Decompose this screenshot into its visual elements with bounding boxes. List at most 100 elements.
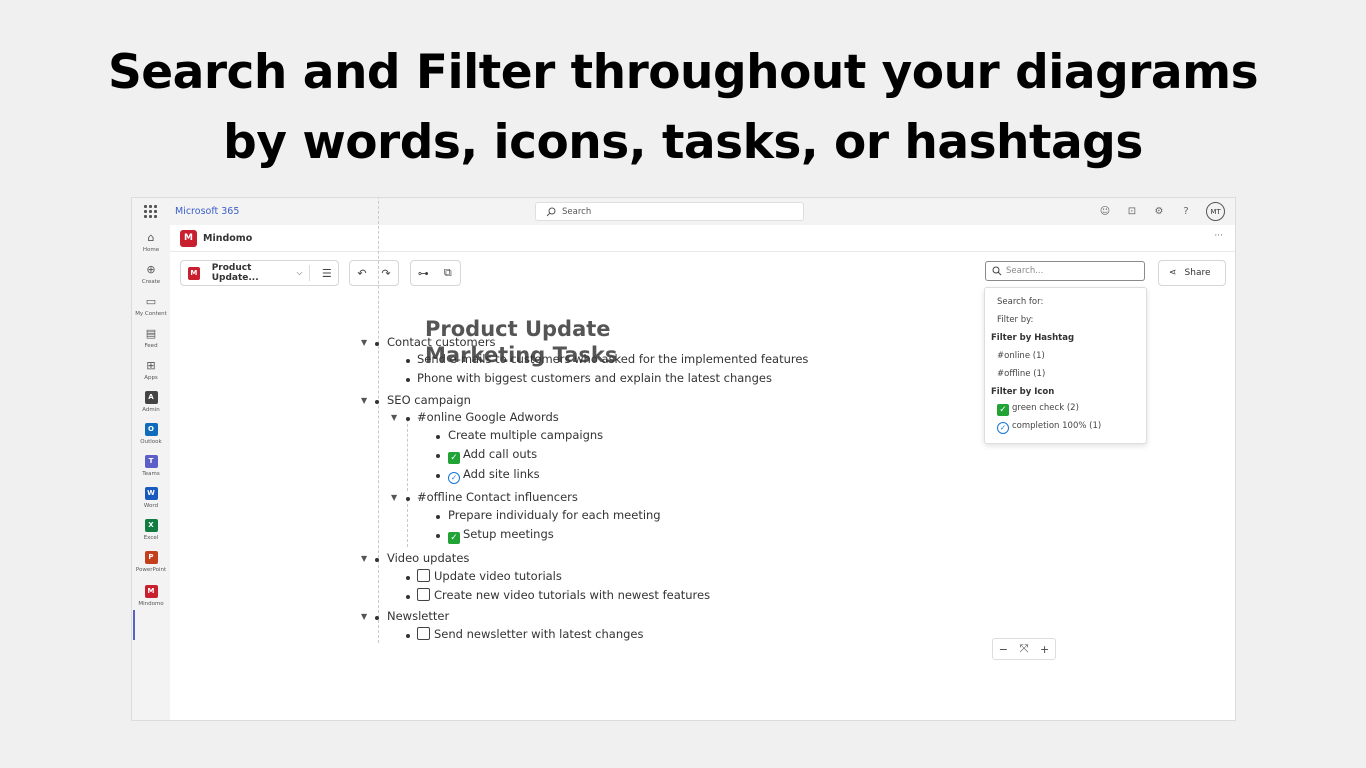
outlook-icon: O <box>144 423 158 436</box>
chevron-down-icon[interactable]: ⌵ <box>297 268 303 278</box>
toolbar-divider <box>308 265 310 281</box>
topic-bullet <box>436 534 440 538</box>
filter-hashtag-offline[interactable]: #offline (1) <box>997 369 1045 379</box>
share-icon: ⋖ <box>1169 268 1177 278</box>
powerpoint-icon: P <box>144 551 158 564</box>
rail-item-mindomo[interactable]: M Mindomo <box>132 585 170 607</box>
rail-item-apps[interactable]: ⊞ Apps <box>132 359 170 381</box>
map-search-input[interactable]: Search... <box>985 261 1145 281</box>
rail-item-excel[interactable]: X Excel <box>132 519 170 541</box>
rail-item-word[interactable]: W Word <box>132 487 170 509</box>
rail-label-my-content: My Content <box>135 311 167 317</box>
task-send-newsletter[interactable]: Send newsletter with latest changes <box>417 627 643 641</box>
headline-line-1: Search and Filter throughout your diagra… <box>107 45 1259 100</box>
topic-bullet <box>406 359 410 363</box>
topic-bullet <box>406 378 410 382</box>
topic-send-emails[interactable]: Send e-mails to customers who asked for … <box>417 352 808 366</box>
zoom-out-button[interactable]: − <box>999 643 1008 656</box>
top-bar-icons: ☺ ⊡ ⚙ ? MT <box>1098 202 1225 221</box>
app-launcher-icon[interactable] <box>144 205 157 218</box>
rail-item-powerpoint[interactable]: P PowerPoint <box>132 551 170 573</box>
collapse-arrow-icon[interactable]: ▼ <box>361 612 367 621</box>
rail-label-create: Create <box>141 279 161 285</box>
collapse-arrow-icon[interactable]: ▼ <box>361 554 367 563</box>
topic-add-site-links[interactable]: ✓ Add site links <box>448 467 540 484</box>
m365-title[interactable]: Microsoft 365 <box>175 206 239 217</box>
collapse-arrow-icon[interactable]: ▼ <box>391 413 397 422</box>
filter-icon-completion[interactable]: ✓ completion 100% (1) <box>997 421 1101 434</box>
topic-phone-customers[interactable]: Phone with biggest customers and explain… <box>417 371 772 385</box>
topic-setup-meetings-label: Setup meetings <box>463 527 554 541</box>
whats-new-icon[interactable]: ⊡ <box>1125 206 1139 217</box>
topic-bullet <box>406 417 410 421</box>
menu-icon[interactable]: ☰ <box>316 267 339 280</box>
rail-label-powerpoint: PowerPoint <box>135 567 167 573</box>
rail-item-outlook[interactable]: O Outlook <box>132 423 170 445</box>
more-options-icon[interactable]: ··· <box>1214 231 1223 241</box>
app-name: Mindomo <box>203 233 253 244</box>
filter-by-option[interactable]: Filter by: <box>997 315 1033 325</box>
completion-icon: ✓ <box>997 422 1009 434</box>
task-create-video-tutorials-label: Create new video tutorials with newest f… <box>434 588 711 602</box>
add-subtopic-icon[interactable]: ⧉ <box>436 266 461 280</box>
task-checkbox[interactable] <box>417 627 430 640</box>
avatar[interactable]: MT <box>1206 202 1225 221</box>
map-canvas[interactable]: M Product Update... ⌵ ☰ ↶ ↷ ⊶ ⧉ Search..… <box>170 198 1235 720</box>
m365-search-placeholder: Search <box>562 207 592 217</box>
collapse-arrow-icon[interactable]: ▼ <box>361 396 367 405</box>
topic-bullet <box>436 515 440 519</box>
rail-item-create[interactable]: ⊕ Create <box>132 263 170 285</box>
search-icon <box>992 266 1002 276</box>
rail-item-teams[interactable]: T Teams <box>132 455 170 477</box>
admin-icon: A <box>144 391 158 404</box>
zoom-in-button[interactable]: + <box>1040 643 1049 656</box>
search-for-option[interactable]: Search for: <box>997 297 1043 307</box>
completion-icon: ✓ <box>448 472 460 484</box>
share-button[interactable]: ⋖ Share <box>1158 260 1226 286</box>
rail-item-my-content[interactable]: ▭ My Content <box>132 295 170 317</box>
rail-item-admin[interactable]: A Admin <box>132 391 170 413</box>
excel-icon: X <box>144 519 158 532</box>
topic-seo-campaign[interactable]: SEO campaign <box>387 393 471 407</box>
add-topic-icon[interactable]: ⊶ <box>411 267 436 280</box>
fit-to-screen-icon[interactable]: ⤧ <box>1020 642 1029 656</box>
task-update-video-tutorials-label: Update video tutorials <box>434 569 562 583</box>
topic-contact-influencers[interactable]: #offline Contact influencers <box>417 490 578 504</box>
topic-setup-meetings[interactable]: ✓ Setup meetings <box>448 527 554 544</box>
topic-add-call-outs-label: Add call outs <box>463 447 538 461</box>
topic-bullet <box>406 576 410 580</box>
topic-video-updates[interactable]: Video updates <box>387 551 469 565</box>
m365-search-input[interactable]: Search <box>535 202 804 221</box>
topic-add-call-outs[interactable]: ✓ Add call outs <box>448 447 537 464</box>
rail-label-outlook: Outlook <box>140 439 162 445</box>
task-update-video-tutorials[interactable]: Update video tutorials <box>417 569 562 583</box>
help-icon[interactable]: ? <box>1179 206 1193 217</box>
topic-prepare-meeting[interactable]: Prepare individualy for each meeting <box>448 508 661 522</box>
topic-google-adwords[interactable]: #online Google Adwords <box>417 410 559 424</box>
left-rail: ⌂ Home ⊕ Create ▭ My Content ▤ Feed ⊞ Ap… <box>132 225 170 720</box>
topic-bullet <box>375 342 379 346</box>
feedback-icon[interactable]: ☺ <box>1098 206 1112 217</box>
document-name[interactable]: Product Update... <box>212 263 293 283</box>
teams-icon: T <box>144 455 158 468</box>
rail-item-home[interactable]: ⌂ Home <box>132 231 170 253</box>
undo-icon[interactable]: ↶ <box>350 267 374 280</box>
topic-bullet <box>406 497 410 501</box>
task-checkbox[interactable] <box>417 588 430 601</box>
topic-create-campaigns[interactable]: Create multiple campaigns <box>448 428 603 442</box>
topic-bullet <box>406 634 410 638</box>
rail-label-word: Word <box>143 503 159 509</box>
filter-icon-green-check[interactable]: ✓ green check (2) <box>997 403 1079 416</box>
gear-icon[interactable]: ⚙ <box>1152 206 1166 217</box>
rail-item-feed[interactable]: ▤ Feed <box>132 327 170 349</box>
task-create-video-tutorials[interactable]: Create new video tutorials with newest f… <box>417 588 710 602</box>
filter-hashtag-online[interactable]: #online (1) <box>997 351 1045 361</box>
topic-contact-customers[interactable]: Contact customers <box>387 335 496 349</box>
collapse-arrow-icon[interactable]: ▼ <box>361 338 367 347</box>
task-checkbox[interactable] <box>417 569 430 582</box>
topic-newsletter[interactable]: Newsletter <box>387 609 449 623</box>
create-icon: ⊕ <box>146 263 156 276</box>
folder-icon: ▭ <box>145 295 157 308</box>
collapse-arrow-icon[interactable]: ▼ <box>391 493 397 502</box>
m365-top-bar: Microsoft 365 Search ☺ ⊡ ⚙ ? MT <box>132 198 1235 225</box>
